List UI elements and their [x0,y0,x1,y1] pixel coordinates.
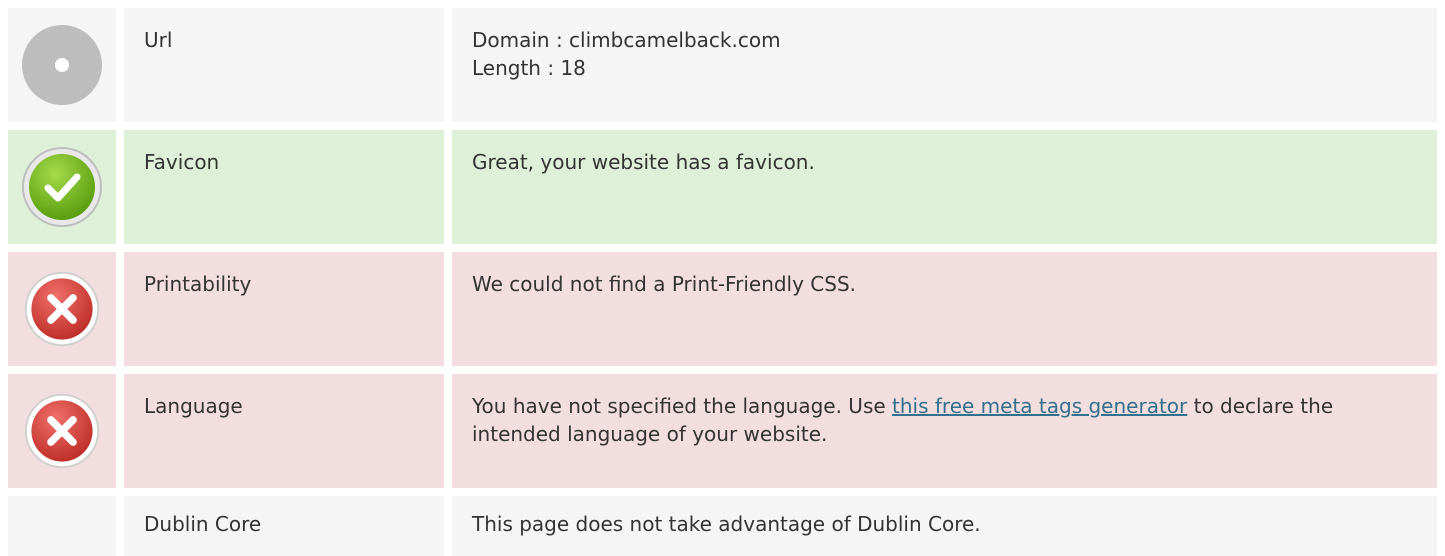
row-value: We could not find a Print-Friendly CSS. [452,252,1437,366]
report-row-printability: Printability We could not find a Print-F… [8,252,1437,366]
row-label: Dublin Core [124,496,444,556]
status-cell [8,8,116,122]
domain-text: Domain : climbcamelback.com [472,28,781,52]
report-row-language: Language You have not specified the lang… [8,374,1437,488]
row-value: This page does not take advantage of Dub… [452,496,1437,556]
meta-tags-generator-link[interactable]: this free meta tags generator [892,394,1187,418]
cross-icon [24,271,100,347]
report-row-url: Url Domain : climbcamelback.com Length :… [8,8,1437,122]
status-cell [8,130,116,244]
seo-report-table: Url Domain : climbcamelback.com Length :… [8,8,1437,556]
report-row-favicon: Favicon Great, your website has a favico… [8,130,1437,244]
status-cell [8,374,116,488]
language-text-before: You have not specified the language. Use [472,394,893,418]
row-label: Favicon [124,130,444,244]
status-cell [8,496,116,556]
row-label: Language [124,374,444,488]
check-icon [22,147,102,227]
length-text: Length : 18 [472,56,586,80]
neutral-dot-icon [22,25,102,105]
row-value: Great, your website has a favicon. [452,130,1437,244]
status-cell [8,252,116,366]
report-row-dublin-core: Dublin Core This page does not take adva… [8,496,1437,556]
row-label: Printability [124,252,444,366]
row-label: Url [124,8,444,122]
cross-icon [24,393,100,469]
row-value: You have not specified the language. Use… [452,374,1437,488]
row-value: Domain : climbcamelback.com Length : 18 [452,8,1437,122]
